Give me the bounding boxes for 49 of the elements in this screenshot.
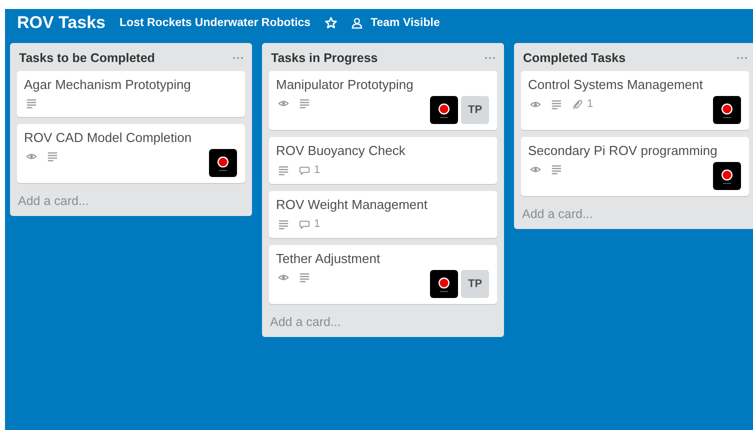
list-title[interactable]: Tasks in Progress <box>271 51 378 65</box>
team-name[interactable]: Lost Rockets Underwater Robotics <box>120 17 311 29</box>
team-icon[interactable] <box>350 17 363 29</box>
task-card[interactable]: ROV Buoyancy Check 1 <box>269 137 497 184</box>
description-icon <box>26 98 37 109</box>
description-icon <box>299 98 310 109</box>
avatar-icon[interactable] <box>209 149 237 177</box>
avatar-icon[interactable] <box>713 162 741 190</box>
list-title[interactable]: Completed Tasks <box>523 51 626 65</box>
task-card[interactable]: ROV Weight Management 1 <box>269 191 497 238</box>
task-card[interactable]: Manipulator Prototyping TP <box>269 71 497 130</box>
description-icon <box>47 151 58 162</box>
eye-icon <box>530 164 541 175</box>
badge-count: 1 <box>314 218 320 230</box>
task-card[interactable]: ROV CAD Model Completion <box>17 124 245 183</box>
card-title: ROV Buoyancy Check <box>276 143 406 158</box>
card-title: Agar Mechanism Prototyping <box>24 77 192 92</box>
comment-icon <box>299 218 310 230</box>
star-icon[interactable] <box>324 17 337 29</box>
task-card[interactable]: Control Systems Management 1 <box>521 71 749 130</box>
badge-count: 1 <box>587 98 594 110</box>
member-initials[interactable]: TP <box>461 270 489 298</box>
eye-icon <box>278 98 289 109</box>
description-icon <box>278 164 289 176</box>
card-title: Control Systems Management <box>528 77 704 92</box>
board-title[interactable]: ROV Tasks <box>17 13 106 33</box>
task-card[interactable]: Secondary Pi ROV programming <box>521 137 749 196</box>
eye-icon <box>26 151 37 162</box>
description-icon <box>551 164 562 175</box>
description-icon <box>299 272 310 283</box>
card-title: ROV CAD Model Completion <box>24 130 193 145</box>
member-initials[interactable]: TP <box>461 96 489 124</box>
description-icon <box>278 218 289 230</box>
list-title[interactable]: Tasks to be Completed <box>19 51 155 65</box>
task-card[interactable]: Agar Mechanism Prototyping <box>17 71 245 117</box>
card-title: Secondary Pi ROV programming <box>528 143 718 158</box>
card-title: Manipulator Prototyping <box>276 77 414 92</box>
eye-icon <box>278 272 289 283</box>
paperclip-icon <box>572 98 583 110</box>
task-card[interactable]: Tether Adjustment TP <box>269 245 497 304</box>
avatar-icon[interactable] <box>430 96 458 124</box>
badge-count: 1 <box>314 164 320 176</box>
comment-icon <box>299 164 310 176</box>
description-icon <box>551 98 562 110</box>
card-title: Tether Adjustment <box>276 251 382 266</box>
card-title: ROV Weight Management <box>276 197 428 212</box>
avatar-icon[interactable] <box>713 96 741 124</box>
visibility-label[interactable]: Team Visible <box>370 17 440 29</box>
avatar-icon[interactable] <box>430 270 458 298</box>
